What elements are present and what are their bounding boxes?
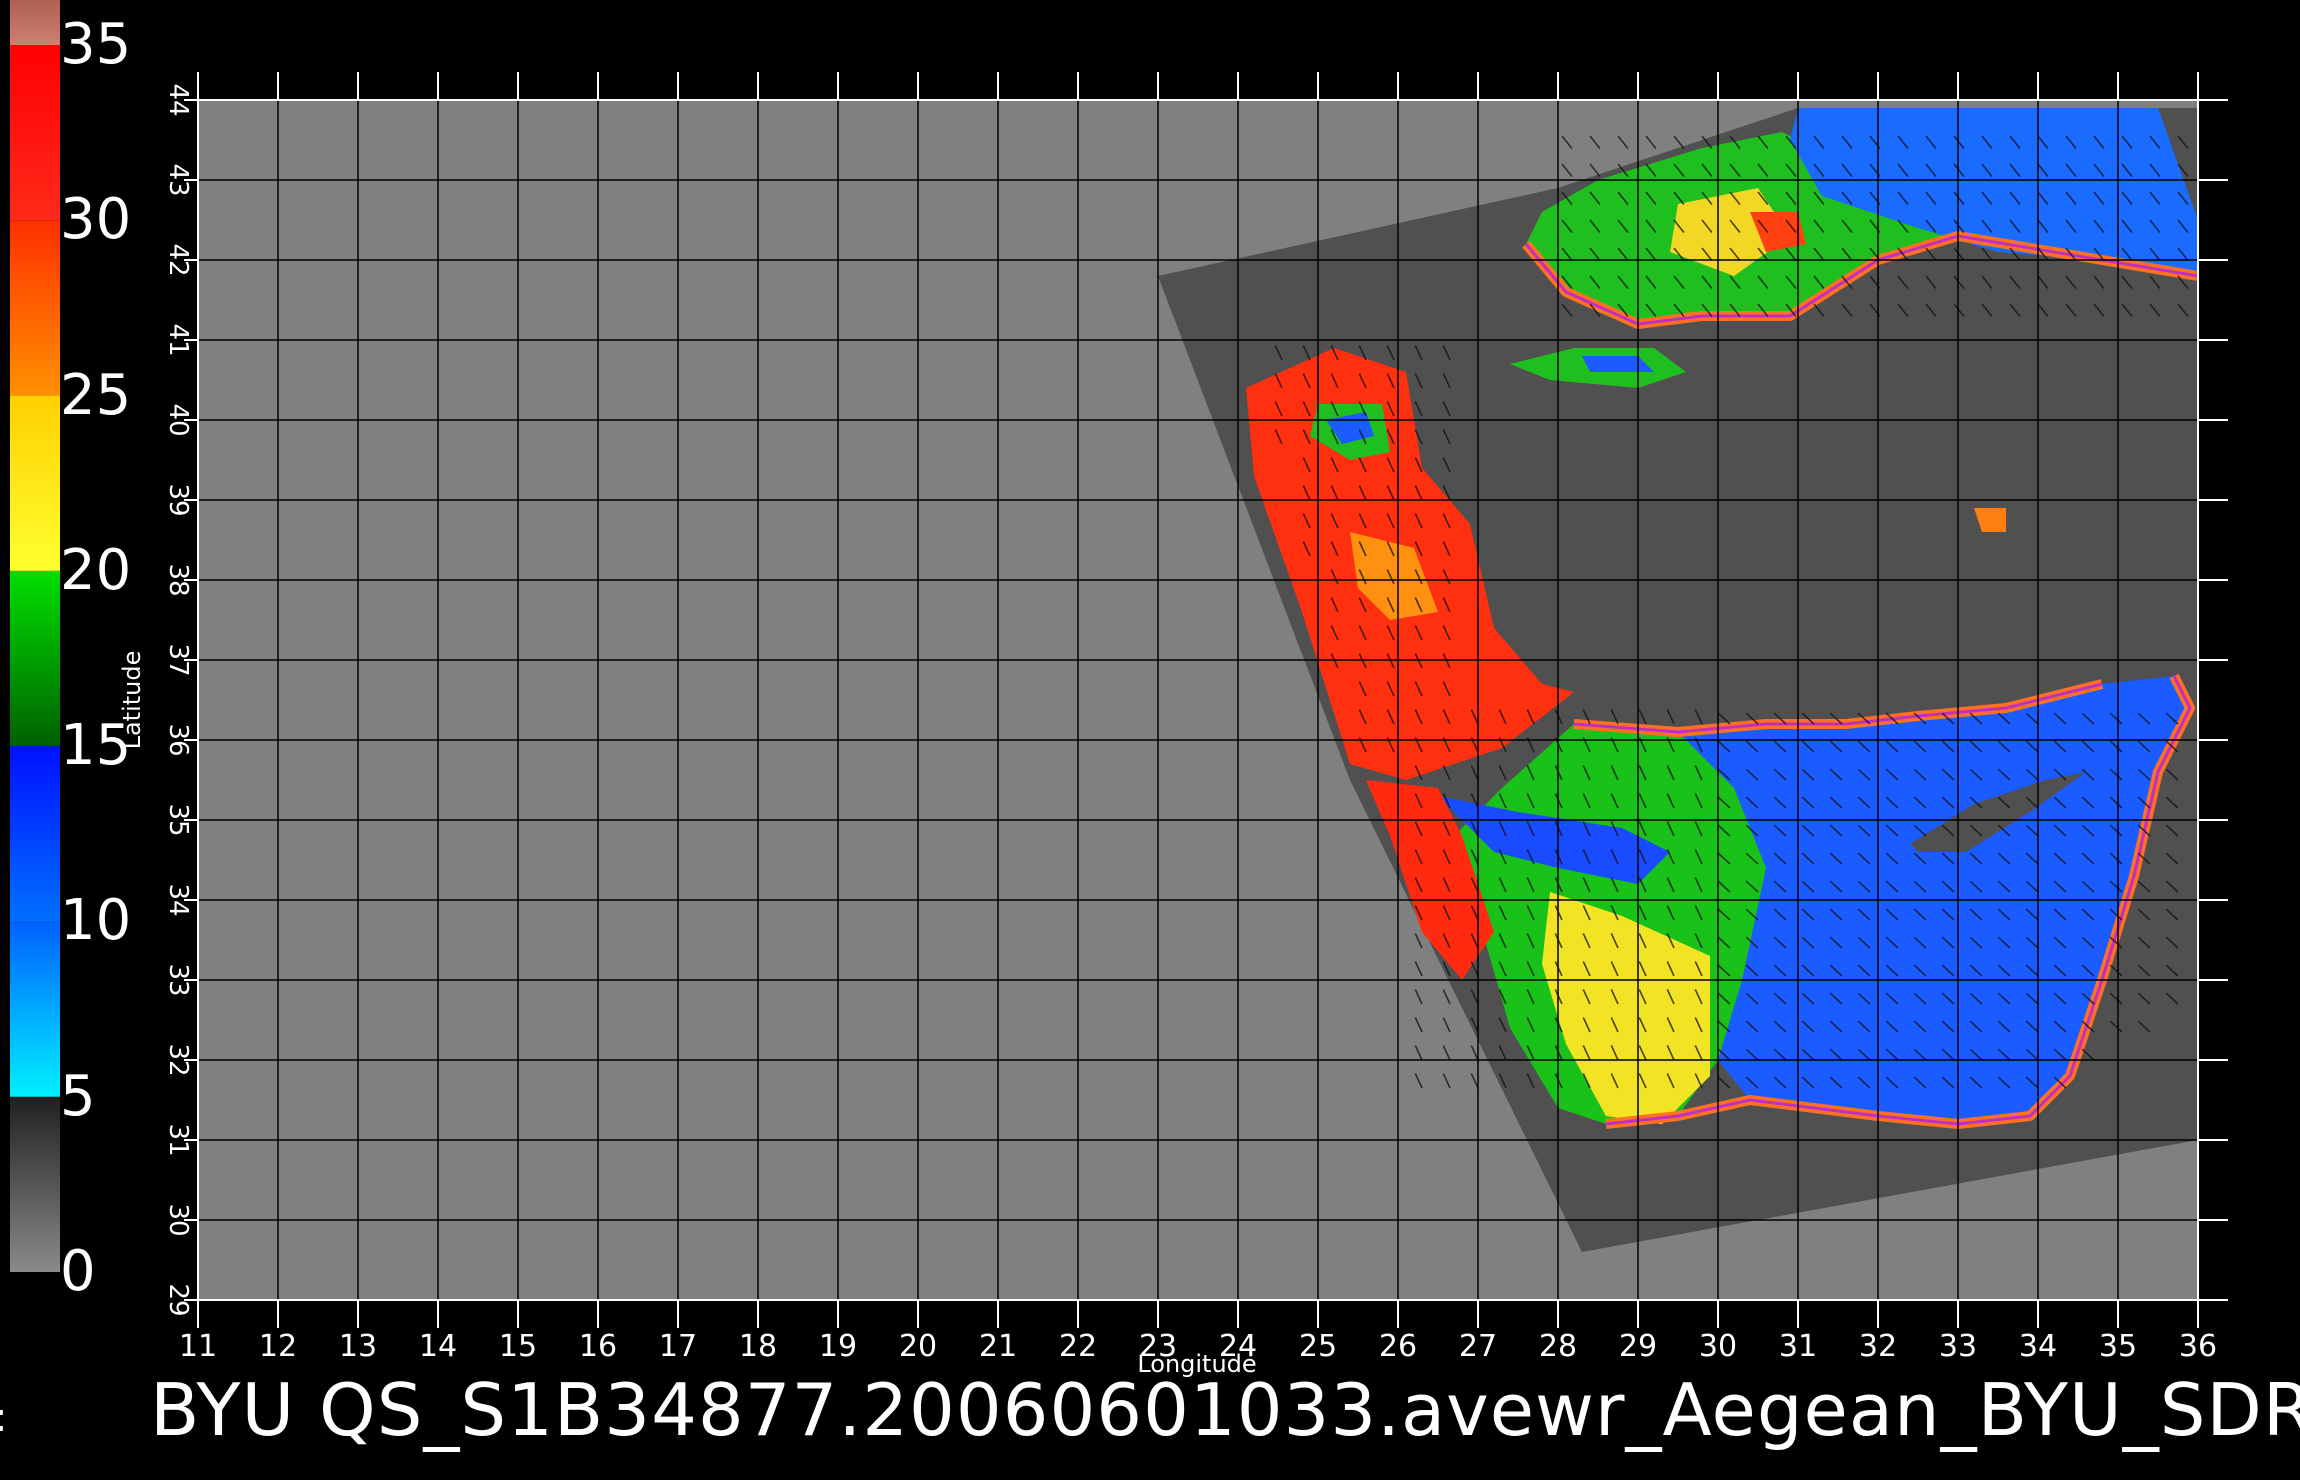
lon-tick-label: 25 [1299,1329,1337,1364]
lon-tick-label: 26 [1379,1329,1417,1364]
lat-tick-label: 37 [163,643,193,676]
lon-tick-label: 13 [339,1329,377,1364]
lon-tick-label: 14 [419,1329,457,1364]
lon-tick-label: 17 [659,1329,697,1364]
lat-tick-label: 36 [163,723,193,756]
lon-tick-label: 18 [739,1329,777,1364]
lat-tick-label: 40 [163,403,193,436]
lat-tick-label: 29 [163,1283,193,1316]
lon-tick-label: 11 [179,1329,217,1364]
y-axis-label: Latitude [118,651,146,750]
lon-tick-label: 16 [579,1329,617,1364]
lat-tick-label: 31 [163,1123,193,1156]
lon-tick-label: 15 [499,1329,537,1364]
wind-speed-map: 11 12 13 14 15 16 17 18 19 20 21 22 23 24 25 26 27 28 29 30… [118,72,2228,1378]
lat-tick-label: 42 [163,243,193,276]
left-edge-mark: : [0,1395,7,1441]
lat-tick-label: 41 [163,323,193,356]
figure-title: BYU QS_S1B34877.20060601033.avewr_Aegean… [150,1368,2300,1452]
lon-tick-label: 12 [259,1329,297,1364]
lon-tick-label: 20 [899,1329,937,1364]
lon-tick-label: 27 [1459,1329,1497,1364]
lon-tick-label: 33 [1939,1329,1977,1364]
lat-tick-label: 43 [163,163,193,196]
lat-tick-label: 35 [163,803,193,836]
lon-tick-label: 22 [1059,1329,1097,1364]
lon-tick-label: 31 [1779,1329,1817,1364]
lon-tick-label: 35 [2099,1329,2137,1364]
lon-tick-label: 29 [1619,1329,1657,1364]
lat-tick-label: 44 [163,83,193,116]
lon-tick-label: 30 [1699,1329,1737,1364]
lat-tick-label: 39 [163,483,193,516]
lon-tick-label: 36 [2179,1329,2217,1364]
lat-tick-label: 34 [163,883,193,916]
lon-tick-label: 32 [1859,1329,1897,1364]
map-figure: 35 30 25 20 15 10 5 0 11 12 13 14 15 16 17 18 19 20 21 22 2… [0,0,2300,1480]
lon-tick-label: 28 [1539,1329,1577,1364]
lon-tick-label: 19 [819,1329,857,1364]
lat-tick-label: 32 [163,1043,193,1076]
lat-tick-label: 30 [163,1203,193,1236]
lon-tick-label: 21 [979,1329,1017,1364]
lat-tick-label: 38 [163,563,193,596]
lon-tick-label: 34 [2019,1329,2057,1364]
lat-tick-label: 33 [163,963,193,996]
